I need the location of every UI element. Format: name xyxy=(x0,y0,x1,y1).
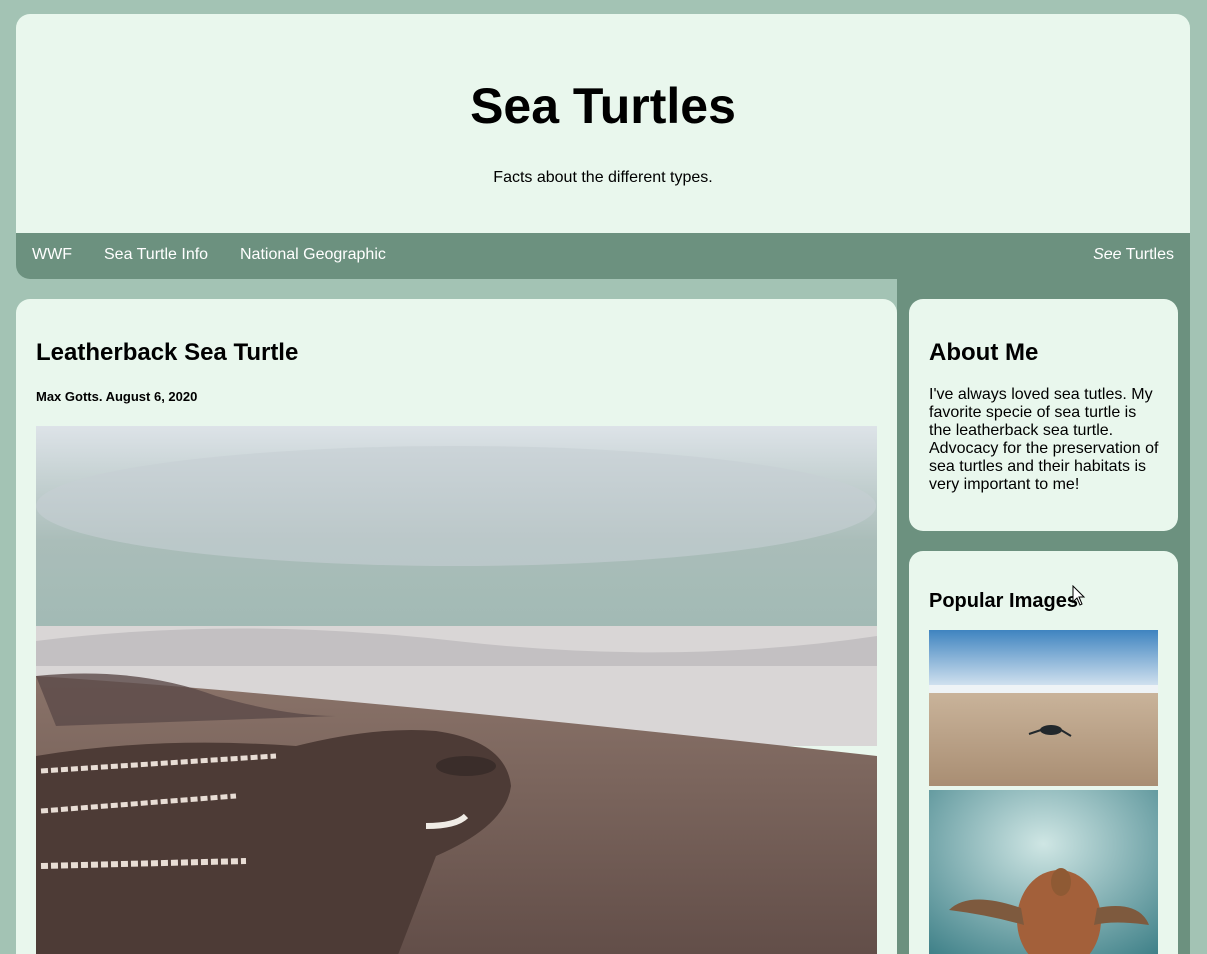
popular-image-swimming-turtle[interactable] xyxy=(929,790,1158,954)
site-title: Sea Turtles xyxy=(470,78,736,134)
post-meta: Max Gotts. August 6, 2020 xyxy=(36,389,198,404)
about-title: About Me xyxy=(929,339,1039,366)
nav-brand-rest: Turtles xyxy=(1121,246,1174,263)
top-nav: WWF Sea Turtle Info National Geographic … xyxy=(16,233,1190,279)
popular-title: Popular Images xyxy=(929,590,1078,612)
nav-brand-link[interactable]: See Turtles xyxy=(1093,246,1174,264)
leatherback-hero-image xyxy=(36,426,877,954)
nav-link-national-geographic[interactable]: National Geographic xyxy=(240,246,386,264)
site-header: Sea Turtles Facts about the different ty… xyxy=(16,14,1190,233)
main-post-card: Leatherback Sea Turtle Max Gotts. August… xyxy=(16,299,897,954)
about-me-card: About Me I've always loved sea tutles. M… xyxy=(909,299,1178,531)
popular-images-card: Popular Images xyxy=(909,551,1178,954)
about-text: I've always loved sea tutles. My favorit… xyxy=(929,386,1159,493)
popular-image-hatchling-beach[interactable] xyxy=(929,630,1158,786)
nav-brand-italic: See xyxy=(1093,246,1122,263)
site-subtitle: Facts about the different types. xyxy=(493,169,713,186)
nav-link-wwf[interactable]: WWF xyxy=(32,246,72,264)
post-title: Leatherback Sea Turtle xyxy=(36,339,299,366)
nav-link-sea-turtle-info[interactable]: Sea Turtle Info xyxy=(104,246,208,264)
mouse-cursor-icon xyxy=(1072,584,1086,612)
